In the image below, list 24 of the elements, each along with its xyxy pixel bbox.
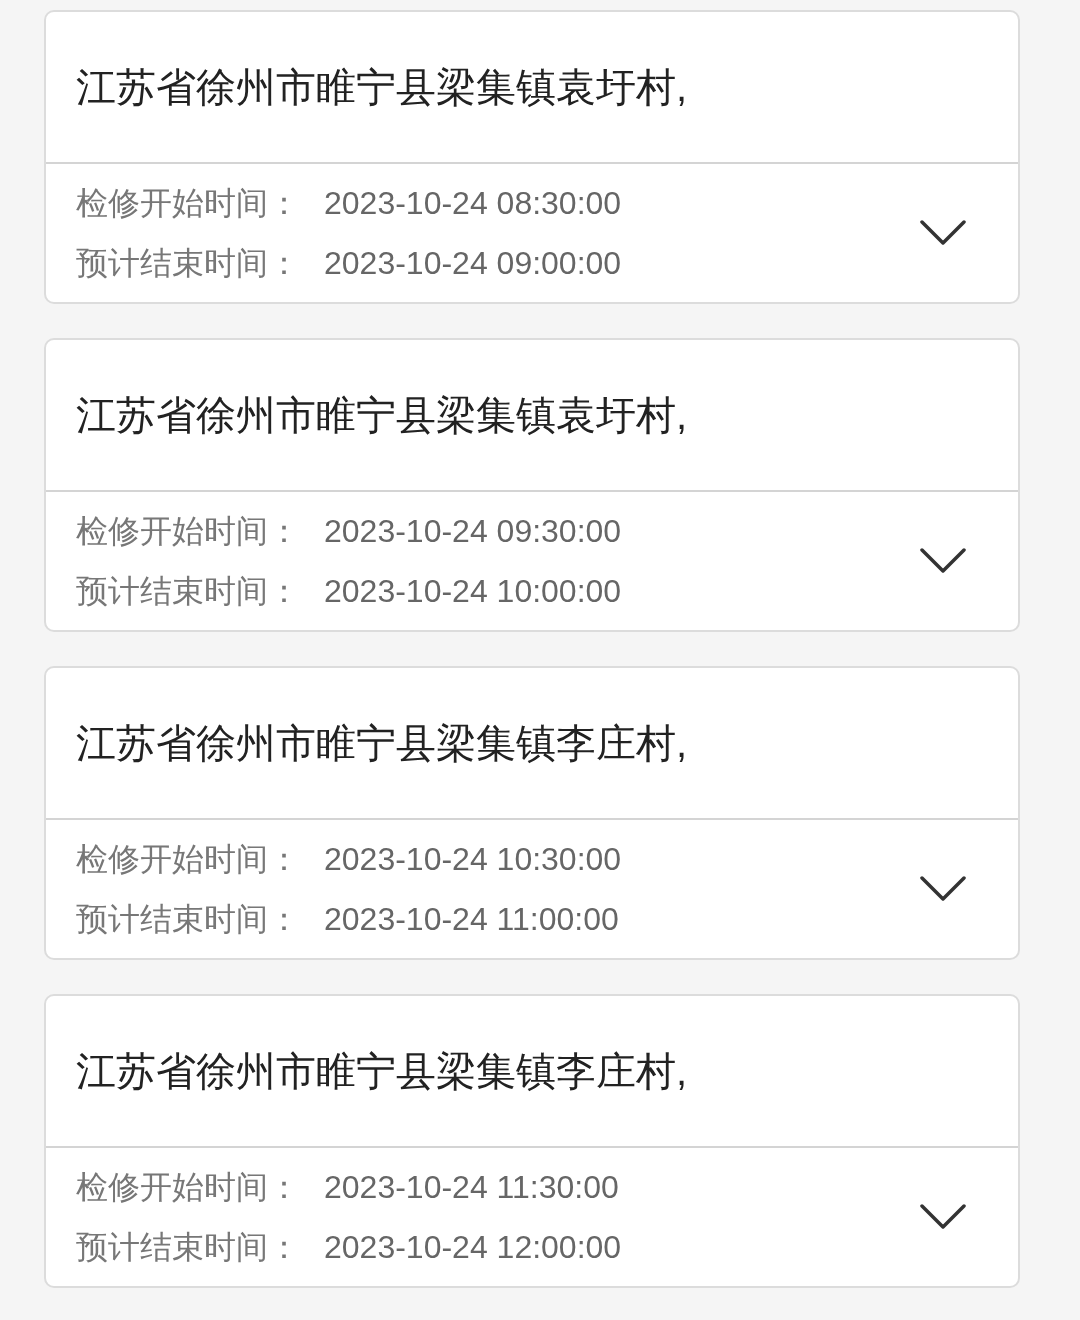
address-text: 江苏省徐州市睢宁县梁集镇袁圩村, bbox=[76, 64, 688, 111]
address-text: 江苏省徐州市睢宁县梁集镇李庄村, bbox=[76, 1048, 688, 1095]
end-time-value: 2023-10-24 12:00:00 bbox=[324, 1228, 622, 1267]
start-time-label: 检修开始时间： bbox=[76, 184, 301, 223]
end-time-label: 预计结束时间： bbox=[76, 572, 301, 611]
start-time-value: 2023-10-24 09:30:00 bbox=[324, 512, 622, 551]
end-time-value: 2023-10-24 11:00:00 bbox=[324, 900, 619, 939]
address-text: 江苏省徐州市睢宁县梁集镇李庄村, bbox=[76, 720, 688, 767]
start-time-value: 2023-10-24 10:30:00 bbox=[324, 840, 622, 879]
end-time-value: 2023-10-24 09:00:00 bbox=[324, 244, 622, 283]
start-time-value: 2023-10-24 08:30:00 bbox=[324, 184, 622, 223]
chevron-down-icon[interactable] bbox=[920, 548, 966, 574]
end-time-label: 预计结束时间： bbox=[76, 1228, 301, 1267]
end-time-value: 2023-10-24 10:00:00 bbox=[324, 572, 622, 611]
chevron-down-icon[interactable] bbox=[920, 1204, 966, 1230]
end-time-label: 预计结束时间： bbox=[76, 900, 301, 939]
start-time-label: 检修开始时间： bbox=[76, 1168, 301, 1207]
address-text: 江苏省徐州市睢宁县梁集镇袁圩村, bbox=[76, 392, 688, 439]
start-time-value: 2023-10-24 11:30:00 bbox=[324, 1168, 619, 1207]
end-time-label: 预计结束时间： bbox=[76, 244, 301, 283]
start-time-label: 检修开始时间： bbox=[76, 840, 301, 879]
chevron-down-icon[interactable] bbox=[920, 876, 966, 902]
chevron-down-icon[interactable] bbox=[920, 220, 966, 246]
start-time-label: 检修开始时间： bbox=[76, 512, 301, 551]
